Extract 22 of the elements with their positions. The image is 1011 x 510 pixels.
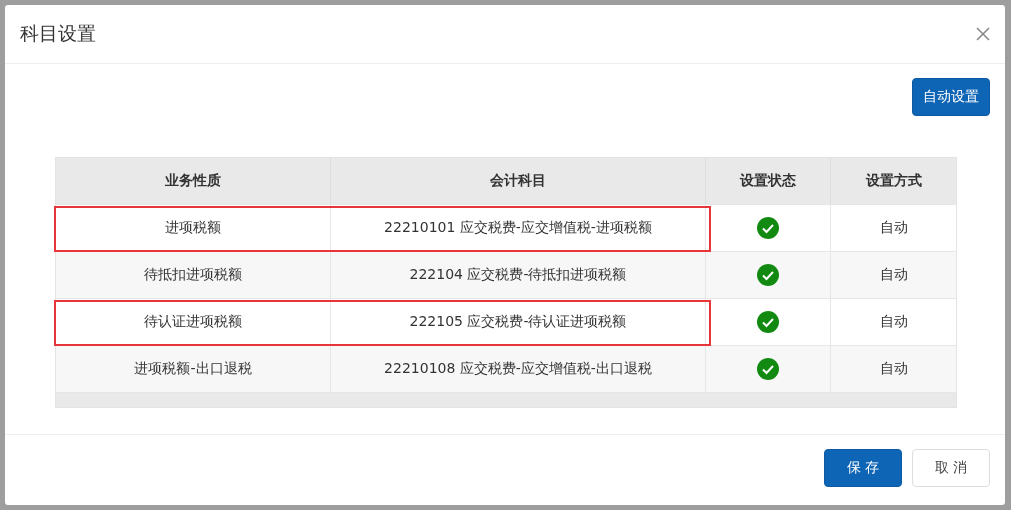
column-header: 设置方式 xyxy=(864,171,923,190)
table-cell-text: 自动 xyxy=(878,359,909,378)
column-header: 业务性质 xyxy=(56,158,331,204)
table-cell: 待认证进项税额 xyxy=(56,299,331,345)
table-cell: 待抵扣进项税额 xyxy=(56,252,331,298)
table-cell: 进项税额 xyxy=(56,205,331,251)
save-button[interactable]: 保 存 xyxy=(824,449,902,487)
table-cell-text: 自动 xyxy=(878,265,909,284)
auto-setup-button[interactable]: 自动设置 xyxy=(912,78,990,116)
table-cell: 222104 应交税费-待抵扣进项税额 xyxy=(331,252,706,298)
cancel-button[interactable]: 取 消 xyxy=(912,449,990,487)
scrollbar[interactable] xyxy=(56,393,956,407)
table-cell: 22210108 应交税费-应交增值税-出口退税 xyxy=(331,346,706,392)
table-cell: 进项税额-出口退税 xyxy=(56,346,331,392)
table-cell-text: 自动 xyxy=(878,312,909,331)
table-cell: 22210101 应交税费-应交增值税-进项税额 xyxy=(331,205,706,251)
table-cell: 222105 应交税费-待认证进项税额 xyxy=(331,299,706,345)
table-cell-text: 自动 xyxy=(878,218,909,237)
column-header: 会计科目 xyxy=(331,158,706,204)
column-header: 设置状态 xyxy=(706,158,831,204)
dialog-title: 科目设置 xyxy=(20,21,96,46)
close-icon[interactable] xyxy=(976,27,990,41)
